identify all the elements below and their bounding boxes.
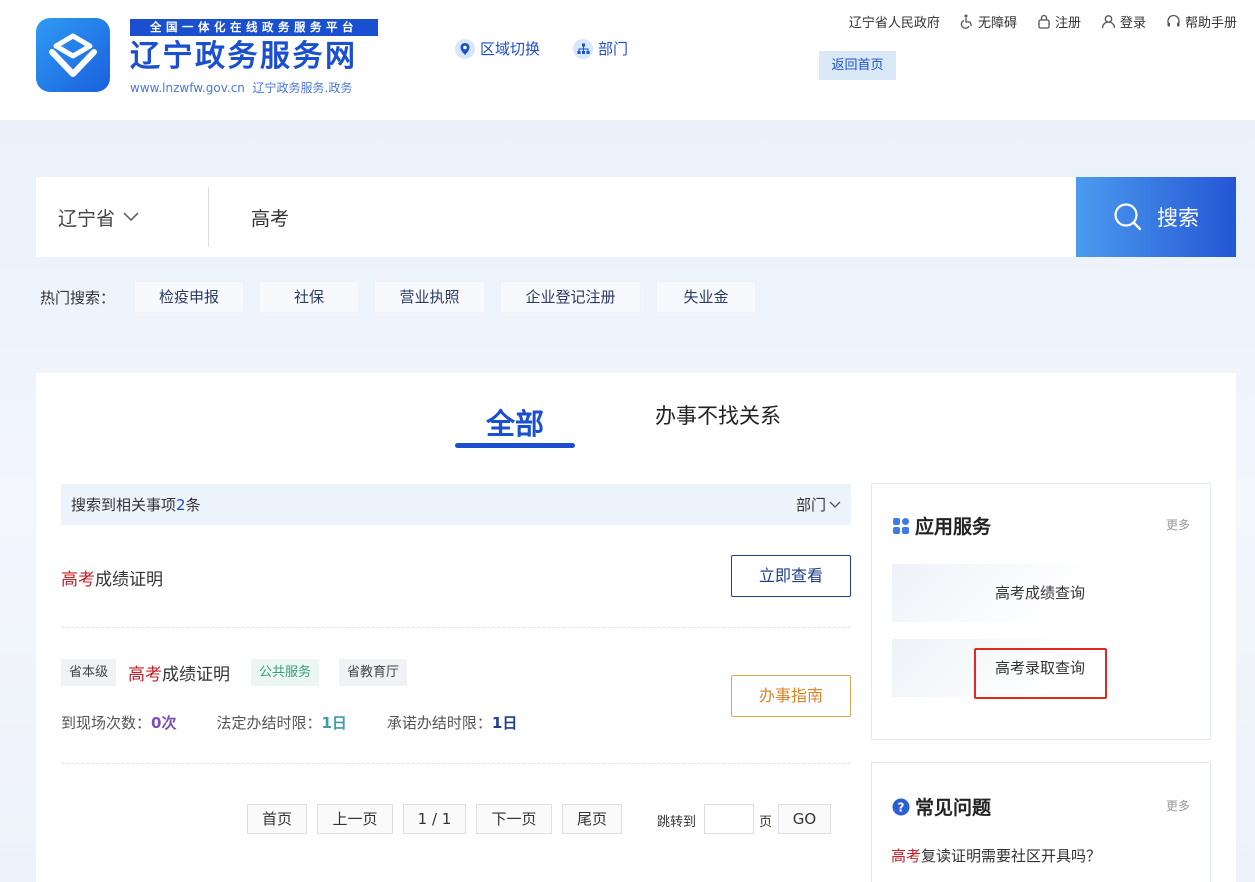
chevron-down-icon <box>829 501 841 508</box>
search-button[interactable]: 搜索 <box>1076 177 1236 257</box>
hot-tag[interactable]: 营业执照 <box>374 281 486 313</box>
result-divider <box>61 763 851 764</box>
promise-limit-info: 承诺办结时限：1日 <box>386 714 518 732</box>
nav-department-label: 部门 <box>598 40 629 58</box>
top-links: 辽宁省人民政府 无障碍 注册 登录 帮助手册 <box>849 12 1237 31</box>
level-tag: 省本级 <box>61 659 117 686</box>
faq-item[interactable]: 高考复读证明需要社区开具吗？ <box>891 845 1101 866</box>
nav-region-switch[interactable]: 区域切换 <box>455 38 540 59</box>
link-login[interactable]: 登录 <box>1101 12 1146 31</box>
highlight-annotation-box <box>974 648 1107 699</box>
faq-more-link[interactable]: 更多 <box>1166 797 1190 814</box>
nav-region-label: 区域切换 <box>480 40 541 58</box>
app-services-more-link[interactable]: 更多 <box>1166 516 1190 533</box>
page-first-button[interactable]: 首页 <box>247 804 307 834</box>
faq-title: ? 常见问题 <box>892 793 991 820</box>
dept-filter[interactable]: 部门 <box>796 494 841 515</box>
page-suffix: 页 <box>759 815 773 830</box>
lock-icon <box>1038 14 1050 29</box>
link-accessibility[interactable]: 无障碍 <box>960 12 1017 31</box>
nav-department[interactable]: 部门 <box>573 38 628 59</box>
result-summary: 搜索到相关事项2条 <box>71 496 201 514</box>
result-divider <box>61 627 851 628</box>
result-title[interactable]: 高考成绩证明 <box>61 565 163 590</box>
page-next-button[interactable]: 下一页 <box>476 804 552 834</box>
hot-tag[interactable]: 企业登记注册 <box>500 281 642 313</box>
jump-page-input[interactable] <box>704 804 754 834</box>
chevron-down-icon <box>123 212 139 222</box>
service-guide-button[interactable]: 办事指南 <box>731 675 851 717</box>
legal-limit-info: 法定办结时限：1日 <box>216 714 347 732</box>
hot-tag[interactable]: 社保 <box>259 281 360 313</box>
wheelchair-icon <box>960 14 973 29</box>
headset-icon <box>1167 14 1180 27</box>
tab-active-indicator <box>455 443 575 448</box>
hot-tag[interactable]: 失业金 <box>656 281 757 313</box>
region-select[interactable]: 辽宁省 <box>36 177 208 257</box>
site-slogan: 辽宁政务服务.政务 <box>252 81 353 95</box>
app-services-title: 应用服务 <box>892 512 991 539</box>
result-meta: 到现场次数：0次 法定办结时限：1日 承诺办结时限：1日 <box>61 712 557 733</box>
go-button[interactable]: GO <box>778 804 831 834</box>
page-prev-button[interactable]: 上一页 <box>317 804 393 834</box>
page-last-button[interactable]: 尾页 <box>562 804 622 834</box>
header: 全国一体化在线政务服务平台 辽宁政务服务网 www.lnzwfw.gov.cn … <box>0 0 1255 120</box>
app-services-panel: 应用服务 更多 高考成绩查询 高考录取查询 <box>871 483 1211 740</box>
search-icon <box>1114 203 1142 231</box>
result-summary-bar: 搜索到相关事项2条 部门 <box>61 484 851 525</box>
search-input[interactable] <box>209 177 1076 257</box>
visits-info: 到现场次数：0次 <box>61 714 177 732</box>
link-help[interactable]: 帮助手册 <box>1166 12 1237 31</box>
org-chart-icon <box>573 38 593 59</box>
site-url: www.lnzwfw.gov.cn <box>130 81 245 95</box>
link-gov[interactable]: 辽宁省人民政府 <box>849 12 940 31</box>
grid-icon <box>893 517 909 534</box>
result-count: 2 <box>176 496 186 514</box>
hot-searches: 热门搜索： 检疫申报 社保 营业执照 企业登记注册 失业金 <box>40 281 771 313</box>
dept-tag: 省教育厅 <box>339 659 408 686</box>
logo-subtitle: www.lnzwfw.gov.cn 辽宁政务服务.政务 <box>130 79 352 96</box>
logo-ribbon: 全国一体化在线政务服务平台 <box>130 19 378 36</box>
search-button-label: 搜索 <box>1157 206 1199 230</box>
result-title[interactable]: 高考成绩证明 <box>128 660 230 685</box>
tab-no-connections[interactable]: 办事不找关系 <box>655 400 781 430</box>
view-now-button[interactable]: 立即查看 <box>731 555 851 597</box>
service-item[interactable]: 高考成绩查询 <box>892 564 1188 622</box>
link-register[interactable]: 注册 <box>1037 12 1081 31</box>
user-icon <box>1101 15 1116 29</box>
hot-search-label: 热门搜索： <box>40 288 116 307</box>
home-button[interactable]: 返回首页 <box>819 51 896 80</box>
tab-all[interactable]: 全部 <box>486 401 544 443</box>
category-tag: 公共服务 <box>251 659 320 686</box>
svg-text:?: ? <box>898 800 905 814</box>
search-box: 辽宁省 搜索 <box>36 177 1236 257</box>
page-indicator: 1 / 1 <box>403 804 466 834</box>
location-pin-icon <box>455 38 475 59</box>
question-icon: ? <box>892 798 910 815</box>
jump-label: 跳转到 <box>657 815 697 830</box>
site-name[interactable]: 辽宁政务服务网 <box>130 38 358 76</box>
hot-tag[interactable]: 检疫申报 <box>134 281 245 313</box>
logo-icon[interactable] <box>36 18 110 92</box>
result-item: 省本级 高考成绩证明 公共服务 省教育厅 <box>61 659 408 686</box>
region-label: 辽宁省 <box>58 207 116 230</box>
